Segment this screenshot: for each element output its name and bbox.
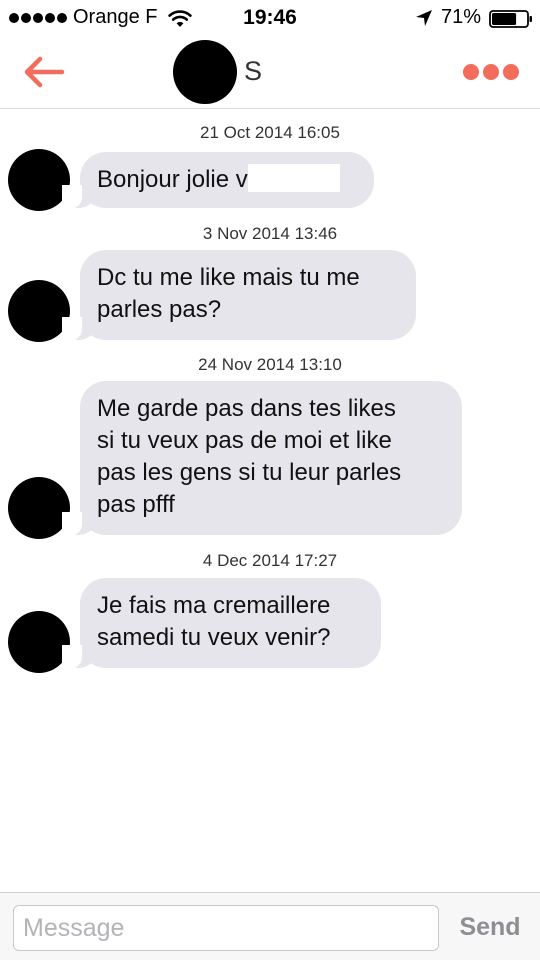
message-text: Me garde pas dans tes likes si tu veux p… <box>97 395 402 518</box>
message-text: Dc tu me like mais tu me parles pas? <box>97 264 360 323</box>
more-options-icon[interactable] <box>462 60 520 84</box>
contact-name[interactable]: S <box>244 56 262 87</box>
conversation-header: S <box>0 38 540 109</box>
message-bubble[interactable]: Dc tu me like mais tu me parles pas? <box>62 250 416 341</box>
chat-screen: Orange F 19:46 71% S 21 Oct 2014 16:05 B… <box>0 0 540 960</box>
location-arrow-icon <box>416 10 432 26</box>
battery-icon <box>489 10 532 28</box>
status-bar: Orange F 19:46 71% <box>0 0 540 38</box>
sender-avatar[interactable] <box>8 477 70 539</box>
message-text: Je fais ma cremaillere samedi tu veux ve… <box>97 592 331 651</box>
contact-avatar[interactable] <box>173 40 237 104</box>
message-bubble[interactable]: Je fais ma cremaillere samedi tu veux ve… <box>62 578 381 669</box>
send-button[interactable]: Send <box>452 907 528 947</box>
sender-avatar[interactable] <box>8 149 70 211</box>
battery-fill <box>492 13 517 25</box>
sender-avatar[interactable] <box>8 280 70 342</box>
battery-percentage: 71% <box>441 6 482 28</box>
message-timestamp: 21 Oct 2014 16:05 <box>200 123 340 142</box>
sender-avatar[interactable] <box>8 611 70 673</box>
message-timestamp: 4 Dec 2014 17:27 <box>202 551 338 570</box>
message-text-content: Bonjour jolie v <box>97 166 248 193</box>
redaction-block <box>247 164 340 192</box>
back-arrow-icon[interactable] <box>22 54 66 90</box>
message-timestamp: 24 Nov 2014 13:10 <box>198 355 342 374</box>
message-timestamp: 3 Nov 2014 13:46 <box>202 224 338 243</box>
message-input[interactable] <box>13 905 439 951</box>
message-text: Bonjour jolie v <box>97 164 340 193</box>
message-composer: Send <box>0 892 540 960</box>
message-bubble[interactable]: Me garde pas dans tes likes si tu veux p… <box>62 381 462 536</box>
message-bubble[interactable]: Bonjour jolie v <box>62 152 374 209</box>
